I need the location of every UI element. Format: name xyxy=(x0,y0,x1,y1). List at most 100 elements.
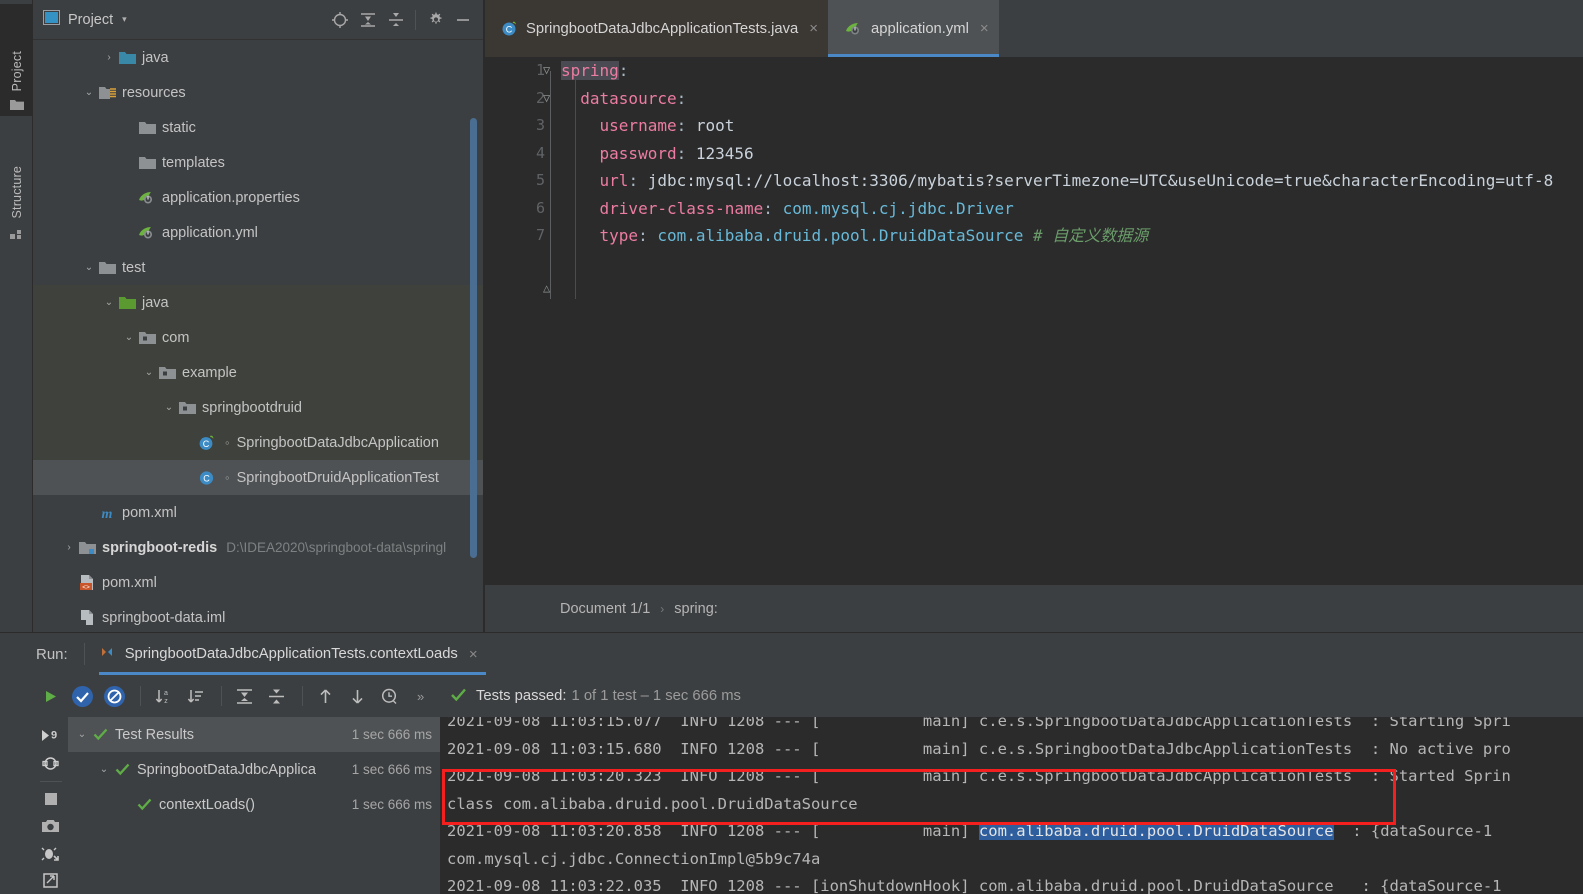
minimize-icon[interactable] xyxy=(449,6,477,34)
chevron-right-icon[interactable]: › xyxy=(61,542,77,553)
test-history-icon[interactable] xyxy=(375,682,403,710)
tree-item-java[interactable]: › java xyxy=(33,40,483,75)
chevron-down-icon[interactable]: ⌄ xyxy=(96,764,112,775)
show-ignored-icon[interactable] xyxy=(100,682,128,710)
code-line-5[interactable]: url: jdbc:mysql://localhost:3306/mybatis… xyxy=(561,167,1583,195)
export-threads-icon[interactable] xyxy=(36,840,66,867)
svg-text:m: m xyxy=(102,507,113,521)
project-scrollbar[interactable] xyxy=(470,118,477,558)
console-line[interactable]: 2021-09-08 11:03:20.858 INFO 1208 --- [ … xyxy=(441,818,1583,846)
tree-item-templates[interactable]: templates xyxy=(33,145,483,180)
breadcrumb[interactable]: Document 1/1 › spring: xyxy=(485,584,1583,633)
svg-text:C: C xyxy=(203,439,210,449)
screenshot-icon[interactable] xyxy=(36,813,66,840)
yaml-value: com.alibaba.druid.pool.DruidDataSource xyxy=(657,226,1024,245)
rerun-icon[interactable] xyxy=(36,682,64,710)
sort-alphabetically-icon[interactable]: a z xyxy=(149,682,177,710)
fold-marker-line-2[interactable]: ▽ xyxy=(543,91,550,105)
sort-by-duration-icon[interactable] xyxy=(181,682,209,710)
code-line-6[interactable]: driver-class-name: com.mysql.cj.jdbc.Dri… xyxy=(561,195,1583,223)
tree-item-example[interactable]: ⌄ example xyxy=(33,355,483,390)
tree-item-resources[interactable]: ⌄ resources xyxy=(33,75,483,110)
locate-icon[interactable] xyxy=(326,6,354,34)
chevron-down-icon[interactable]: ⌄ xyxy=(141,367,157,378)
test-tree-item-contextloads-[interactable]: contextLoads() 1 sec 666 ms xyxy=(68,787,440,822)
tests-passed-detail: 1 of 1 test – 1 sec 666 ms xyxy=(571,688,741,704)
tree-item-pom-xml[interactable]: m pom.xml xyxy=(33,495,483,530)
overflow-chevron-icon[interactable]: » xyxy=(417,689,424,704)
close-icon[interactable]: × xyxy=(980,20,989,37)
expand-all-icon[interactable] xyxy=(354,6,382,34)
close-icon[interactable]: × xyxy=(809,20,818,37)
chevron-right-icon[interactable]: › xyxy=(101,52,117,63)
code-editor[interactable]: 123456 7 ▽ ▽ △ spring: datasource: userna… xyxy=(485,57,1583,584)
run-console-output[interactable]: 2021-09-08 11:03:15.077 INFO 1208 --- [ … xyxy=(441,717,1583,894)
folder-grey-icon xyxy=(137,156,157,170)
sidebar-tab-structure[interactable]: Structure xyxy=(0,122,33,244)
chevron-down-icon[interactable]: ▾ xyxy=(122,14,127,25)
chevron-down-icon[interactable]: ⌄ xyxy=(161,402,177,413)
prev-failed-icon[interactable] xyxy=(311,682,339,710)
console-line[interactable]: 2021-09-08 11:03:15.077 INFO 1208 --- [ … xyxy=(441,717,1583,736)
tree-item-test[interactable]: ⌄ test xyxy=(33,250,483,285)
code-line-4[interactable]: password: 123456 xyxy=(561,140,1583,168)
editor-tab-springboot-data-jdbc-application-tests[interactable]: C SpringbootDataJdbcApplicationTests.jav… xyxy=(485,0,829,57)
breadcrumb-document[interactable]: Document 1/1 xyxy=(560,601,650,617)
tree-item-com[interactable]: ⌄ com xyxy=(33,320,483,355)
editor-tab-application-yml[interactable]: application.yml × xyxy=(828,0,999,57)
code-line-3[interactable]: username: root xyxy=(561,112,1583,140)
sidebar-tab-project[interactable]: Project xyxy=(0,4,33,116)
toggle-auto-test-icon[interactable] xyxy=(36,750,66,777)
stop-icon[interactable] xyxy=(36,786,66,813)
expand-all-icon[interactable] xyxy=(230,682,258,710)
tree-item-java[interactable]: ⌄ java xyxy=(33,285,483,320)
code-line-1[interactable]: spring: xyxy=(561,57,1583,85)
console-line[interactable]: class com.alibaba.druid.pool.DruidDataSo… xyxy=(441,791,1583,819)
console-line[interactable]: com.mysql.cj.jdbc.ConnectionImpl@5b9c74a xyxy=(441,846,1583,874)
chevron-down-icon[interactable]: ⌄ xyxy=(81,262,97,273)
console-line[interactable]: 2021-09-08 11:03:15.680 INFO 1208 --- [ … xyxy=(441,736,1583,764)
code-line-7[interactable]: type: com.alibaba.druid.pool.DruidDataSo… xyxy=(561,222,1583,250)
code-line-2[interactable]: datasource: xyxy=(561,85,1583,113)
test-tree-item-springbootdatajdbcapplica[interactable]: ⌄ SpringbootDataJdbcApplica 1 sec 666 ms xyxy=(68,752,440,787)
tree-item-springbootdatajdbcapplication[interactable]: C ◦ SpringbootDataJdbcApplication xyxy=(33,425,483,460)
test-results-tree[interactable]: ⌄ Test Results 1 sec 666 ms ⌄ SpringbootData… xyxy=(68,717,440,894)
console-line[interactable]: 2021-09-08 11:03:22.035 INFO 1208 --- [i… xyxy=(441,873,1583,894)
show-passed-icon[interactable] xyxy=(68,682,96,710)
svg-text:C: C xyxy=(203,474,210,484)
chevron-down-icon[interactable]: ⌄ xyxy=(74,729,90,740)
tree-item-label: com xyxy=(162,329,190,346)
export-icon[interactable] xyxy=(36,867,66,894)
fold-guide-line xyxy=(550,71,551,299)
console-line[interactable]: 2021-09-08 11:03:20.323 INFO 1208 --- [ … xyxy=(441,763,1583,791)
rerun-failed-icon[interactable]: 9 xyxy=(36,723,66,750)
tree-item-static[interactable]: static xyxy=(33,110,483,145)
editor-area: C SpringbootDataJdbcApplicationTests.jav… xyxy=(485,0,1583,633)
check-icon xyxy=(450,686,467,707)
test-tree-item-test-results[interactable]: ⌄ Test Results 1 sec 666 ms xyxy=(68,717,440,752)
tree-item-springboot-data-iml[interactable]: springboot-data.iml xyxy=(33,600,483,633)
tree-item-pom-xml[interactable]: <> pom.xml xyxy=(33,565,483,600)
console-selected-text[interactable]: com.alibaba.druid.pool.DruidDataSource xyxy=(978,822,1334,840)
svg-text:z: z xyxy=(164,698,168,705)
gear-icon[interactable] xyxy=(421,6,449,34)
fold-marker-line-7[interactable]: △ xyxy=(543,281,550,295)
chevron-down-icon[interactable]: ⌄ xyxy=(101,297,117,308)
tree-item-application-yml[interactable]: application.yml xyxy=(33,215,483,250)
collapse-all-icon[interactable] xyxy=(262,682,290,710)
breadcrumb-node[interactable]: spring: xyxy=(674,601,718,617)
tree-item-springbootdruid[interactable]: ⌄ springbootdruid xyxy=(33,390,483,425)
run-configuration-tab[interactable]: SpringbootDataJdbcApplicationTests.conte… xyxy=(98,633,486,675)
chevron-down-icon[interactable]: ⌄ xyxy=(121,332,137,343)
run-config-name: SpringbootDataJdbcApplicationTests.conte… xyxy=(124,646,458,662)
project-file-tree[interactable]: › java ⌄ resources static templates applicatio… xyxy=(33,40,483,633)
fold-marker-line-1[interactable]: ▽ xyxy=(543,63,550,77)
code-lines[interactable]: spring: datasource: username: root passw… xyxy=(561,57,1583,584)
next-failed-icon[interactable] xyxy=(343,682,371,710)
close-icon[interactable]: × xyxy=(469,646,478,663)
tree-item-springboot-redis[interactable]: › springboot-redis D:\IDEA2020\springboot-… xyxy=(33,530,483,565)
tree-item-application-properties[interactable]: application.properties xyxy=(33,180,483,215)
collapse-all-icon[interactable] xyxy=(382,6,410,34)
tree-item-springbootdruidapplicationtest[interactable]: C ◦ SpringbootDruidApplicationTest xyxy=(33,460,483,495)
chevron-down-icon[interactable]: ⌄ xyxy=(81,87,97,98)
